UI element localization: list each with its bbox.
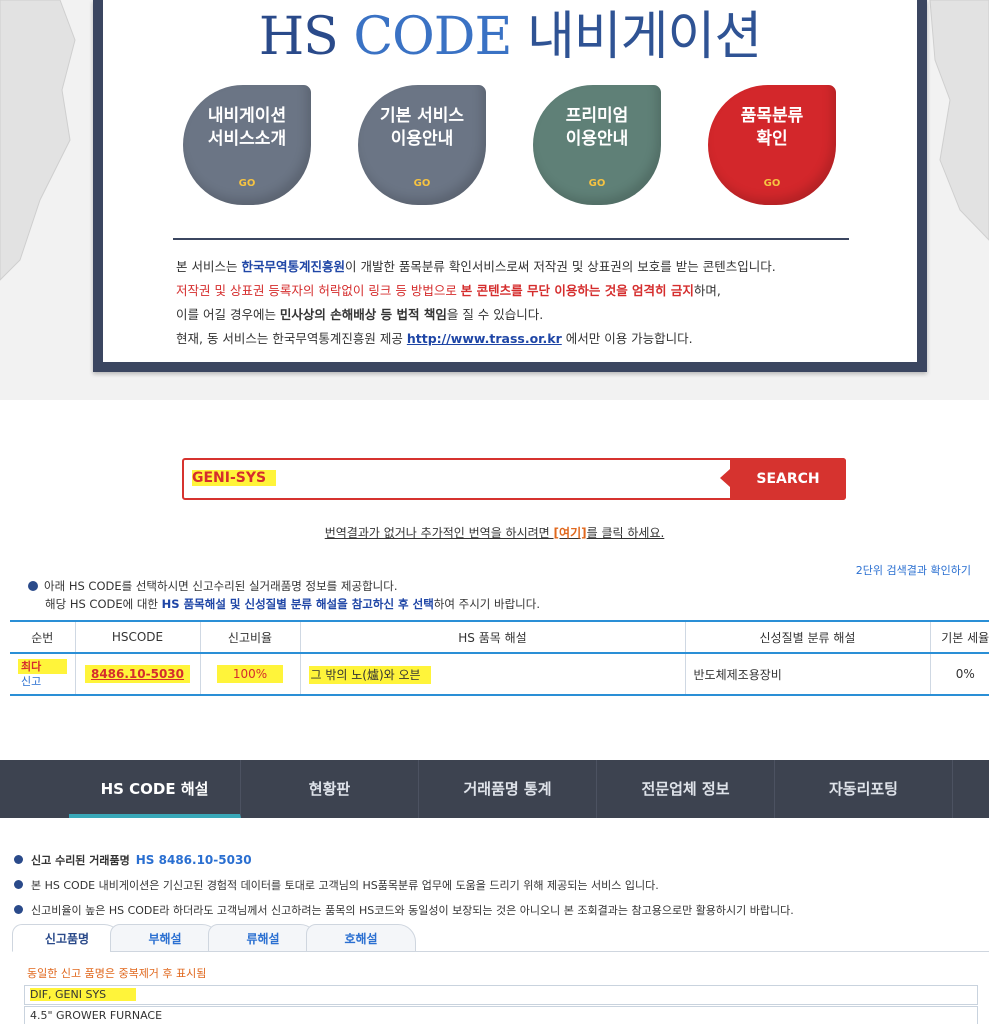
card-premium-guide[interactable]: 프리미엄 이용안내 GO [533,85,661,205]
go-label: GO [238,178,256,189]
card-basic-guide[interactable]: 기본 서비스 이용안내 GO [358,85,486,205]
ratio-cell: 100% [200,653,301,696]
search-button[interactable]: SEARCH [720,458,846,500]
bullet-icon [28,581,38,591]
go-label: GO [763,178,781,189]
tab-trade-name-stats[interactable]: 거래품명 통계 [419,760,597,818]
subtab-heading-notes[interactable]: 호해설 [306,924,416,952]
bullet-icon [14,880,23,889]
go-label: GO [588,178,606,189]
dedup-note: 동일한 신고 품명은 중복제거 후 표시됨 [27,967,207,980]
section-tabs: HS CODE 해설 현황판 거래품명 통계 전문업체 정보 자동리포팅 [0,760,989,818]
copyright-notice: 본 서비스는 한국무역통계진흥원이 개발한 품목분류 확인서비스로써 저작권 및… [176,259,776,346]
list-item[interactable]: DIF, GENI SYS [24,985,978,1005]
col-base-rate: 기본 세율 [930,620,989,654]
detail-notes: 신고 수리된 거래품명 HS 8486.10-5030 본 HS CODE 내비게… [14,848,794,923]
go-label: GO [413,178,431,189]
subtab-subheading-notes[interactable]: 부해설 [110,924,220,952]
card-service-intro[interactable]: 내비게이션 서비스소개 GO [183,85,311,205]
tab-auto-reporting[interactable]: 자동리포팅 [775,760,953,818]
table-header: 순번 HSCODE 신고비율 HS 품목 해설 신성질별 분류 해설 기본 세율 [10,620,989,654]
rank-cell: 최다 신고 [10,653,76,696]
tab-specialist-info[interactable]: 전문업체 정보 [597,760,775,818]
divider [173,238,849,240]
card-classification-check[interactable]: 품목분류 확인 GO [708,85,836,205]
table-row[interactable]: 최다 신고 8486.10-5030 100% 그 밖의 노(爐)와 오븐 반도… [10,653,989,696]
result-guide: 아래 HS CODE를 선택하시면 신고수리된 실거래품명 정보를 제공합니다.… [28,577,540,613]
subtab-declared-names[interactable]: 신고품명 [12,924,122,952]
col-hscode: HSCODE [75,620,201,654]
trass-link[interactable]: http://www.trass.or.kr [407,331,562,346]
col-ratio: 신고비율 [200,620,301,654]
col-hs-desc: HS 품목 해설 [300,620,686,654]
service-cards: 내비게이션 서비스소개 GO 기본 서비스 이용안내 GO 프리미엄 이용안내 … [183,85,843,215]
tab-dashboard[interactable]: 현황판 [241,760,419,818]
here-link[interactable]: [여기] [554,526,587,540]
col-class-desc: 신성질별 분류 해설 [685,620,931,654]
translation-help: 번역결과가 없거나 추가적인 번역을 하시려면 [여기]를 클릭 하세요. [324,526,665,540]
hscode-result-table: 순번 HSCODE 신고비율 HS 품목 해설 신성질별 분류 해설 기본 세율… [10,620,989,696]
intro-panel: HS CODE 내비게이션 내비게이션 서비스소개 GO 기본 서비스 이용안내… [93,0,927,372]
hs-desc-cell: 그 밖의 노(爐)와 오븐 [300,653,686,696]
search-bar: GENI-SYS SEARCH [182,458,846,500]
level2-results-link[interactable]: 2단위 검색결과 확인하기 [856,562,971,578]
bullet-icon [14,855,23,864]
class-desc-cell: 반도체제조용장비 [685,653,931,696]
hscode-link[interactable]: 8486.10-5030 [84,665,191,683]
subtab-chapter-notes[interactable]: 류해설 [208,924,318,952]
col-rank: 순번 [10,620,76,654]
bullet-icon [14,905,23,914]
search-input[interactable]: GENI-SYS [192,470,277,486]
page-title: HS CODE 내비게이션 [258,7,762,67]
tab-hscode-explanation[interactable]: HS CODE 해설 [69,760,241,818]
selected-hscode: HS 8486.10-5030 [135,853,252,867]
base-rate-cell: 0% [930,653,989,696]
hscode-cell: 8486.10-5030 [75,653,201,696]
list-item[interactable]: 4.5" GROWER FURNACE [24,1006,978,1024]
detail-subtabs: 신고품명 부해설 류해설 호해설 [12,924,989,952]
